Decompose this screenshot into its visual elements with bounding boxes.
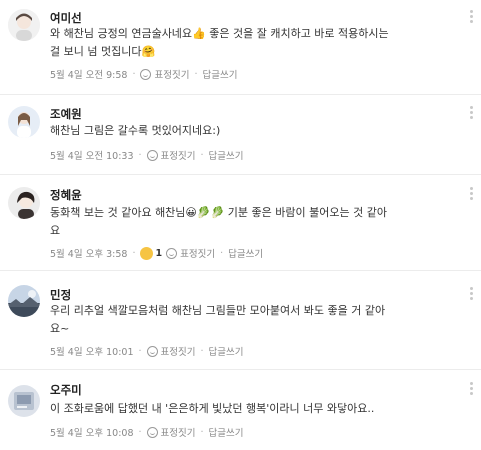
reaction-emoji-icon[interactable]: [140, 246, 154, 260]
author-name[interactable]: 여미선: [50, 10, 82, 26]
author-name[interactable]: 조예원: [50, 106, 82, 122]
reply-link[interactable]: 답글쓰기: [228, 246, 263, 260]
timestamp: 5월 4일 오후 10:08: [50, 428, 134, 439]
smile-icon: [140, 68, 152, 80]
divider: [0, 270, 481, 271]
timestamp: 5월 4일 오전 10:33: [50, 151, 134, 162]
divider: [0, 369, 481, 370]
avatar[interactable]: [8, 187, 40, 219]
author-name[interactable]: 오주미: [50, 382, 82, 398]
comment-meta: 5월 4일 오전 10:33 · 표정짓기 · 답글쓰기: [50, 148, 244, 162]
avatar[interactable]: [8, 385, 40, 417]
react-button[interactable]: 표정짓기: [146, 148, 196, 162]
more-options-icon[interactable]: [470, 10, 473, 23]
react-button[interactable]: 표정짓기: [166, 246, 215, 260]
more-options-icon[interactable]: [470, 382, 473, 395]
comment-meta: 5월 4일 오전 9:58 · 표정짓기 · 답글쓰기: [50, 67, 238, 81]
more-options-icon[interactable]: [470, 187, 473, 200]
react-button[interactable]: 표정짓기: [140, 67, 189, 81]
comment-text: 동화책 보는 것 같아요 해찬님😀🥬🥬 기분 좋은 바람이 불어오는 것 같아 …: [50, 206, 387, 237]
author-name[interactable]: 정혜윤: [50, 187, 82, 203]
reply-link[interactable]: 답글쓰기: [209, 425, 244, 439]
comment-text: 이 조화로움에 답했던 내 '은은하게 빛났던 행복'이라니 너무 와닿아요..: [50, 402, 375, 415]
avatar[interactable]: [8, 106, 40, 138]
timestamp: 5월 4일 오후 10:01: [50, 347, 134, 358]
divider: [0, 94, 481, 95]
reply-link[interactable]: 답글쓰기: [209, 344, 244, 358]
comment-meta: 5월 4일 오후 3:58 · 1 표정짓기 · 답글쓰기: [50, 246, 264, 260]
comment-meta: 5월 4일 오후 10:01 · 표정짓기 · 답글쓰기: [50, 344, 244, 358]
author-name[interactable]: 민정: [50, 287, 71, 303]
avatar[interactable]: [8, 9, 40, 41]
smile-icon: [146, 345, 158, 357]
reply-link[interactable]: 답글쓰기: [202, 67, 237, 81]
smile-icon: [146, 149, 158, 161]
comment-meta: 5월 4일 오후 10:08 · 표정짓기 · 답글쓰기: [50, 425, 244, 439]
comment-text: 해찬님 그림은 갈수록 멋있어지네요:): [50, 124, 221, 137]
more-options-icon[interactable]: [470, 287, 473, 300]
divider: [0, 174, 481, 175]
reply-link[interactable]: 답글쓰기: [209, 148, 244, 162]
reaction-count: 1: [155, 247, 163, 259]
timestamp: 5월 4일 오후 3:58: [50, 249, 128, 260]
comment-text: 와 해찬님 긍정의 연금술사네요👍 좋은 것을 잘 캐치하고 바로 적용하시는 …: [50, 27, 389, 58]
more-options-icon[interactable]: [470, 106, 473, 119]
react-button[interactable]: 표정짓기: [146, 344, 196, 358]
react-button[interactable]: 표정짓기: [146, 425, 196, 439]
timestamp: 5월 4일 오전 9:58: [50, 70, 128, 81]
smile-icon: [166, 247, 178, 259]
smile-icon: [146, 426, 158, 438]
avatar[interactable]: [8, 285, 40, 317]
comment-text: 우리 리추얼 색깔모음처럼 해찬님 그림들만 모아붙여서 봐도 좋을 거 같아 …: [50, 304, 386, 335]
